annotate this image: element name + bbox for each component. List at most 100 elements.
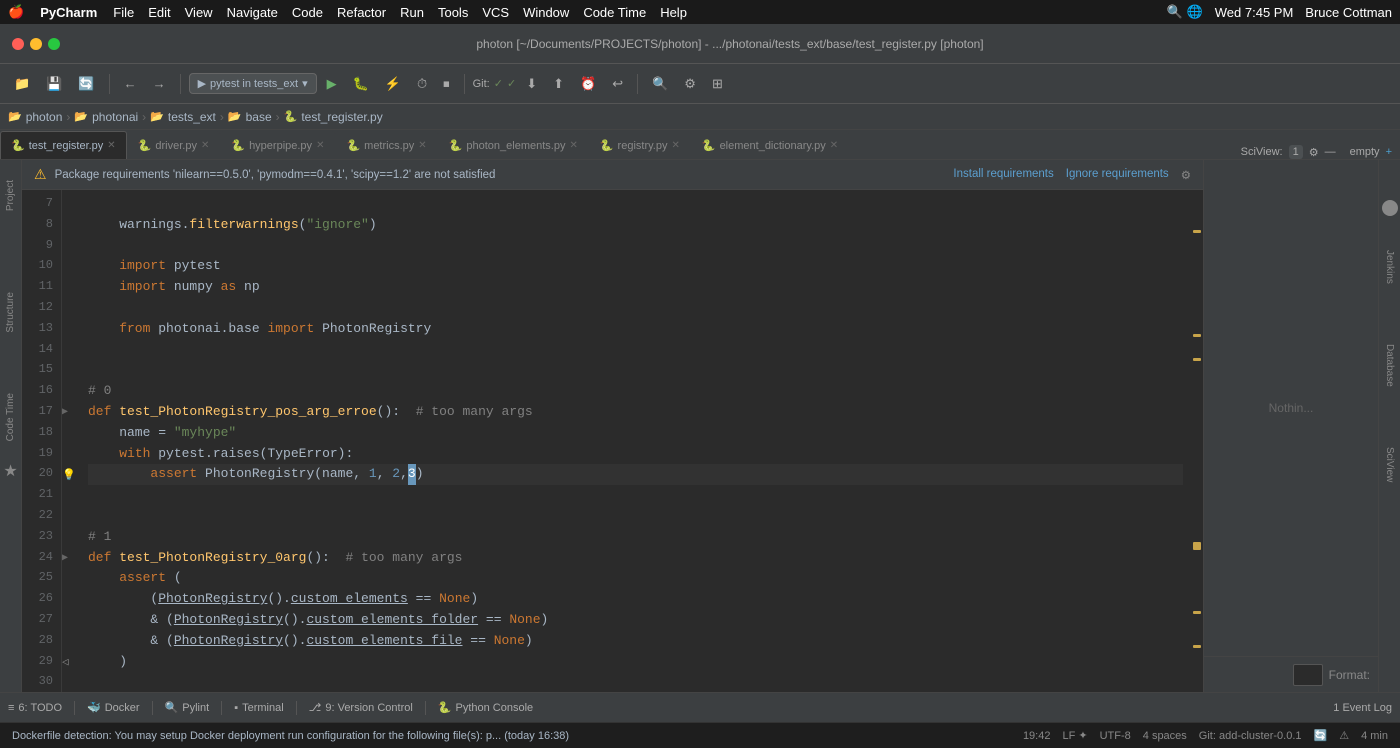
tab-close-button-3[interactable]: ✕: [316, 140, 324, 151]
add-tab-icon[interactable]: +: [1386, 146, 1392, 158]
terminal-panel-button[interactable]: ▪ Terminal: [234, 702, 283, 714]
menu-window[interactable]: Window: [523, 5, 569, 20]
menu-vcs[interactable]: VCS: [482, 5, 509, 20]
sciview-bar: SciView: 1 ⚙ — empty +: [1233, 145, 1400, 159]
docker-panel-button[interactable]: 🐳 Docker: [87, 701, 140, 714]
minimize-button[interactable]: [30, 38, 42, 50]
settings-icon[interactable]: ⚙: [1309, 146, 1319, 159]
system-icons: 🔍 🌐: [1167, 4, 1203, 20]
python-file-icon: 🐍: [11, 139, 25, 152]
run-config-selector[interactable]: ▶ pytest in tests_ext ▾: [189, 73, 317, 94]
ignore-requirements-button[interactable]: Ignore requirements: [1066, 168, 1169, 182]
tab-photon-elements[interactable]: 🐍 photon_elements.py ✕: [438, 131, 589, 159]
back-button[interactable]: ←: [118, 72, 143, 95]
pylint-panel-button[interactable]: 🔍 Pylint: [165, 701, 210, 714]
search-button[interactable]: 🔍: [646, 72, 674, 96]
warning-settings-icon[interactable]: ⚙: [1181, 168, 1191, 182]
forward-button[interactable]: →: [147, 72, 172, 95]
menu-view[interactable]: View: [185, 5, 213, 20]
tab-close-button-4[interactable]: ✕: [418, 140, 426, 151]
menu-navigate[interactable]: Navigate: [227, 5, 278, 20]
event-log-button[interactable]: 1 Event Log: [1333, 702, 1392, 714]
tab-element-dictionary[interactable]: 🐍 element_dictionary.py ✕: [691, 131, 849, 159]
git-history-button[interactable]: ⏰: [574, 72, 602, 96]
main-layout: Project Structure Code Time ★ ⚠ Package …: [0, 160, 1400, 692]
left-panel-strip: Project Structure Code Time ★: [0, 160, 22, 692]
menu-edit[interactable]: Edit: [148, 5, 170, 20]
coverage-button[interactable]: ⚡: [379, 72, 407, 96]
open-button[interactable]: 📁: [8, 72, 36, 96]
tab-hyperpipe[interactable]: 🐍 hyperpipe.py ✕: [220, 131, 335, 159]
save-button[interactable]: 💾: [40, 72, 68, 96]
tab-close-button[interactable]: ✕: [107, 140, 115, 151]
menu-code[interactable]: Code: [292, 5, 323, 20]
git-update-button[interactable]: ⬇: [520, 72, 543, 96]
panel-sciview[interactable]: SciView: [1384, 447, 1395, 482]
tab-test-register[interactable]: 🐍 test_register.py ✕: [0, 131, 127, 159]
menu-items: File Edit View Navigate Code Refactor Ru…: [113, 5, 687, 20]
menu-file[interactable]: File: [113, 5, 134, 20]
tab-label-6: registry.py: [618, 140, 668, 152]
tab-driver[interactable]: 🐍 driver.py ✕: [127, 131, 221, 159]
fold-icon-2[interactable]: ▶: [62, 552, 68, 564]
bottom-sep-4: [296, 701, 297, 715]
scroll-mark-6: [1193, 645, 1201, 648]
menu-refactor[interactable]: Refactor: [337, 5, 386, 20]
panel-database[interactable]: Database: [1384, 344, 1395, 387]
code-content[interactable]: warnings.filterwarnings("ignore") import…: [80, 190, 1191, 692]
code-line-12: [88, 298, 1183, 319]
minimize-icon[interactable]: —: [1325, 146, 1336, 158]
code-line-8: warnings.filterwarnings("ignore"): [88, 215, 1183, 236]
run-button[interactable]: ▶: [321, 72, 343, 96]
menu-codetime[interactable]: Code Time: [583, 5, 646, 20]
tab-close-button-6[interactable]: ✕: [671, 140, 679, 151]
python-console-panel-button[interactable]: 🐍 Python Console: [438, 701, 533, 714]
profile-button[interactable]: ⏱: [411, 72, 433, 96]
breadcrumb-file[interactable]: test_register.py: [301, 110, 382, 124]
scroll-mark-5: [1193, 611, 1201, 614]
apple-menu[interactable]: 🍎: [8, 4, 24, 20]
menu-run[interactable]: Run: [400, 5, 424, 20]
fold-column: ▶ 💡 ▶ ◁ ▶: [62, 190, 80, 692]
empty-tab[interactable]: empty: [1350, 146, 1380, 158]
tab-registry[interactable]: 🐍 registry.py ✕: [589, 131, 691, 159]
debug-button[interactable]: 🐛: [347, 72, 375, 96]
panel-codetime[interactable]: Code Time: [5, 393, 16, 441]
sciview-content: Nothin...: [1204, 160, 1378, 656]
tab-close-button-2[interactable]: ✕: [201, 140, 209, 151]
breadcrumb-photonai[interactable]: photonai: [92, 110, 138, 124]
menu-tools[interactable]: Tools: [438, 5, 468, 20]
format-preview-box: [1293, 664, 1323, 686]
close-button[interactable]: [12, 38, 24, 50]
warning-actions: Install requirements Ignore requirements…: [953, 168, 1191, 182]
folder-icon-4: 📂: [228, 110, 242, 123]
code-line-15: [88, 360, 1183, 381]
todo-panel-button[interactable]: ≡ 6: TODO: [8, 702, 62, 714]
tab-close-button-5[interactable]: ✕: [569, 140, 577, 151]
version-control-panel-button[interactable]: ⎇ 9: Version Control: [309, 701, 413, 714]
tab-metrics[interactable]: 🐍 metrics.py ✕: [335, 131, 437, 159]
tab-close-button-7[interactable]: ✕: [830, 140, 838, 151]
panel-structure[interactable]: Structure: [5, 292, 16, 333]
favorites-icon[interactable]: ★: [3, 461, 17, 481]
breadcrumb-base[interactable]: base: [246, 110, 272, 124]
git-revert-button[interactable]: ↩: [606, 72, 629, 96]
fold-icon-1[interactable]: ▶: [62, 406, 68, 418]
install-requirements-button[interactable]: Install requirements: [953, 168, 1053, 182]
menu-help[interactable]: Help: [660, 5, 687, 20]
tab-label-5: photon_elements.py: [466, 140, 565, 152]
panel-jenkins[interactable]: Jenkins: [1384, 250, 1395, 284]
sync-button[interactable]: 🔄: [72, 72, 100, 96]
git-push-button[interactable]: ⬆: [547, 72, 570, 96]
docker-alert-text: Dockerfile detection: You may setup Dock…: [12, 730, 569, 742]
breadcrumb-tests-ext[interactable]: tests_ext: [168, 110, 216, 124]
multiwindow-button[interactable]: ⊞: [706, 72, 729, 96]
stop-button[interactable]: ⏹: [437, 72, 456, 96]
breadcrumb-photon[interactable]: photon: [26, 110, 63, 124]
panel-project[interactable]: Project: [5, 180, 16, 211]
settings-button[interactable]: ⚙: [678, 72, 702, 96]
lightbulb-icon[interactable]: 💡: [62, 468, 76, 482]
cursor-position: 19:42: [1023, 730, 1051, 742]
fullscreen-button[interactable]: [48, 38, 60, 50]
fold-close-icon[interactable]: ◁: [62, 655, 69, 669]
